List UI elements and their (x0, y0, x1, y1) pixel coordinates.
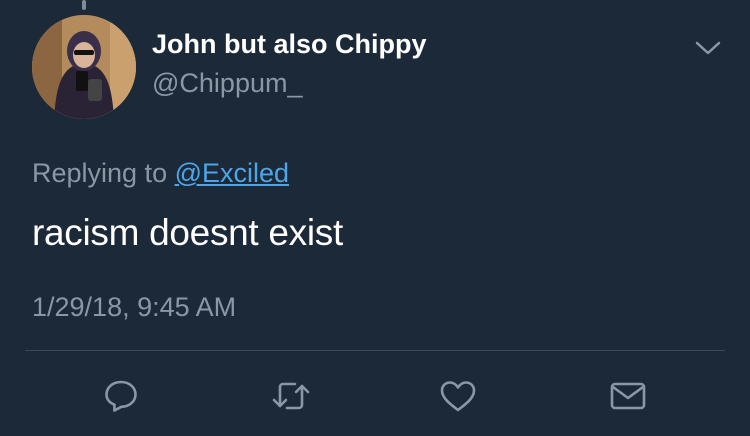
like-button[interactable] (438, 376, 478, 416)
avatar-photo (32, 15, 136, 119)
user-handle[interactable]: @Chippum_ (152, 68, 302, 99)
envelope-icon (610, 382, 646, 410)
display-name[interactable]: John but also Chippy (152, 29, 427, 60)
replying-to-label: Replying to (32, 158, 175, 188)
retweet-icon (272, 382, 310, 410)
replying-to-link[interactable]: @Exciled (175, 158, 289, 188)
thread-connector-line (82, 0, 86, 10)
heart-icon (440, 381, 476, 412)
retweet-button[interactable] (271, 376, 311, 416)
divider (25, 350, 725, 351)
tweet-text: racism doesnt exist (32, 212, 343, 253)
chevron-down-icon (695, 41, 721, 55)
more-options-button[interactable] (693, 37, 723, 59)
tweet-timestamp: 1/29/18, 9:45 AM (32, 292, 237, 322)
reply-button[interactable] (101, 376, 141, 416)
avatar[interactable] (32, 15, 136, 119)
reply-icon (105, 380, 137, 412)
replying-to-line: Replying to @Exciled (32, 158, 289, 189)
direct-message-button[interactable] (608, 376, 648, 416)
